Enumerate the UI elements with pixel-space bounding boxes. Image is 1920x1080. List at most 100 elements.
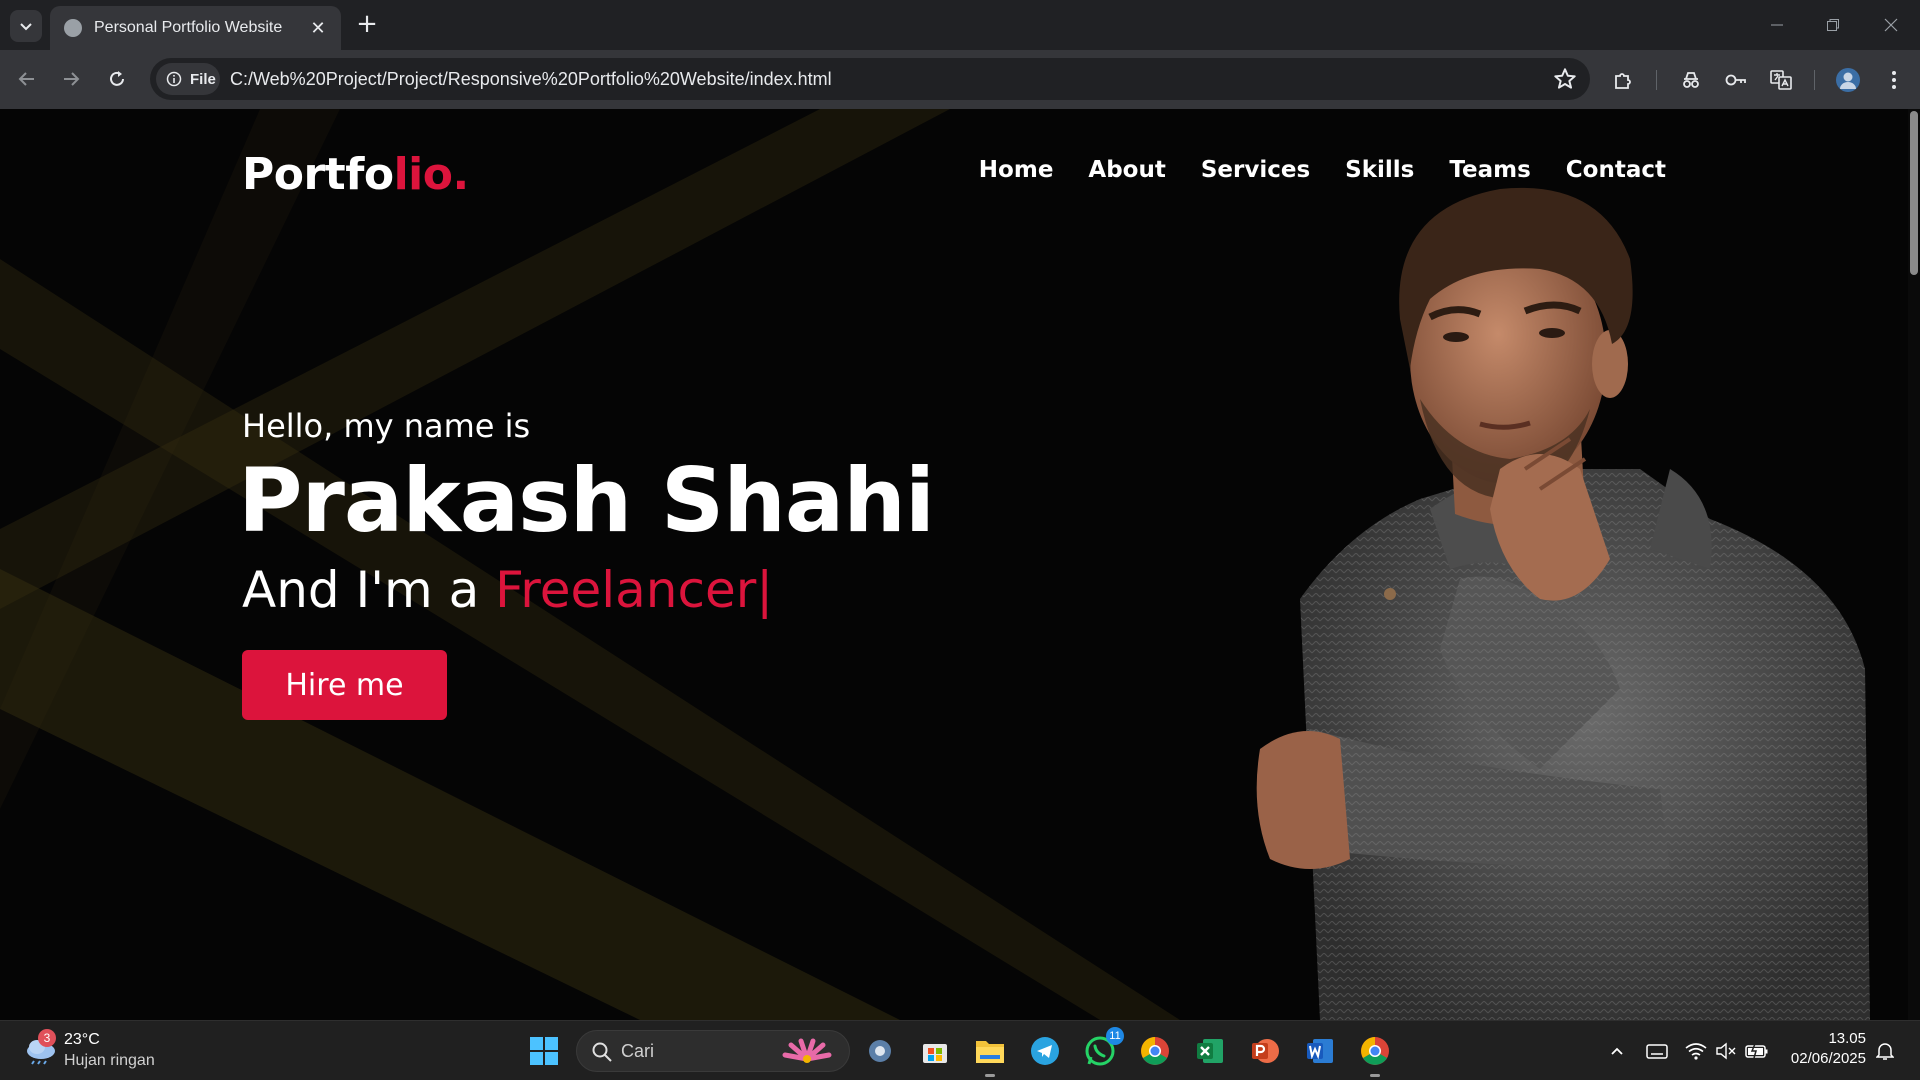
password-manager-button[interactable] <box>1721 65 1751 95</box>
taskbar: 3 23°C Hujan ringan Cari 11 13.05 02/06/… <box>0 1020 1920 1080</box>
close-icon <box>1884 18 1898 32</box>
hero-name: Prakash Shahi <box>238 449 935 552</box>
role-typed-text: Freelancer <box>495 561 757 619</box>
site-info-chip[interactable]: File <box>156 63 220 95</box>
clock-time: 13.05 <box>1828 1030 1866 1047</box>
hero-role: And I'm a Freelancer| <box>242 561 773 619</box>
weather-badge: 3 <box>38 1029 56 1047</box>
close-window-button[interactable] <box>1866 8 1916 42</box>
search-highlight-flower-icon <box>782 1038 832 1063</box>
hero-greeting: Hello, my name is <box>242 407 531 445</box>
restore-button[interactable] <box>1808 8 1858 42</box>
screen: Personal Portfolio Website ✕ + File C:/W… <box>0 0 1920 1080</box>
system-clock[interactable]: 13.05 02/06/2025 <box>1791 1029 1866 1069</box>
store-icon <box>923 1044 947 1063</box>
nav-home[interactable]: Home <box>979 157 1054 183</box>
tray-overflow-button[interactable] <box>1604 1037 1630 1065</box>
taskbar-file-explorer[interactable] <box>972 1033 1008 1077</box>
arrow-right-icon <box>64 72 80 86</box>
info-icon <box>166 71 182 87</box>
taskbar-excel[interactable] <box>1192 1033 1228 1069</box>
taskbar-whatsapp[interactable]: 11 <box>1082 1027 1124 1069</box>
start-button[interactable] <box>530 1037 558 1065</box>
nav-about[interactable]: About <box>1088 157 1165 183</box>
url-text[interactable]: C:/Web%20Project/Project/Responsive%20Po… <box>230 58 832 100</box>
bookmark-star-icon[interactable] <box>1552 66 1578 92</box>
taskbar-telegram[interactable] <box>1027 1033 1063 1069</box>
taskbar-search[interactable]: Cari <box>576 1030 850 1072</box>
browser-tab-bar: Personal Portfolio Website ✕ + <box>0 0 1920 50</box>
translate-icon <box>1770 70 1792 90</box>
address-bar[interactable]: File C:/Web%20Project/Project/Responsive… <box>150 58 1590 100</box>
file-explorer-icon <box>976 1041 1004 1063</box>
toolbar-separator <box>1656 70 1657 90</box>
role-prefix: And I'm a <box>242 561 496 619</box>
globe-icon <box>64 19 82 37</box>
taskbar-powerpoint[interactable] <box>1247 1033 1283 1069</box>
search-icon <box>592 1042 612 1062</box>
taskbar-chrome[interactable] <box>1137 1033 1173 1069</box>
hire-me-button[interactable]: Hire me <box>242 650 447 720</box>
scrollbar-thumb[interactable] <box>1910 111 1918 275</box>
tray-touch-keyboard[interactable] <box>1644 1037 1670 1065</box>
minimize-button[interactable] <box>1752 8 1802 42</box>
taskbar-word[interactable] <box>1302 1033 1338 1069</box>
search-placeholder: Cari <box>621 1041 655 1061</box>
reload-icon <box>110 71 124 86</box>
site-logo[interactable]: Portfolio. <box>242 149 469 200</box>
keyboard-icon <box>1646 1044 1668 1059</box>
puzzle-icon <box>1615 73 1631 89</box>
portrait-image <box>1256 187 1870 1020</box>
profile-button[interactable] <box>1833 65 1863 95</box>
avatar-icon <box>1836 68 1860 92</box>
running-indicator <box>1370 1074 1380 1077</box>
taskbar-chrome-active[interactable] <box>1357 1033 1393 1077</box>
taskbar-store[interactable] <box>917 1033 953 1069</box>
running-indicator <box>985 1074 995 1077</box>
new-tab-button[interactable]: + <box>352 10 382 40</box>
weather-temperature[interactable]: 23°C <box>64 1031 100 1049</box>
chevron-up-icon <box>1611 1047 1623 1055</box>
chrome-icon <box>1361 1037 1389 1065</box>
browser-tab[interactable]: Personal Portfolio Website ✕ <box>50 6 341 50</box>
wifi-icon <box>1685 1043 1707 1060</box>
tab-search-button[interactable] <box>10 10 42 42</box>
tray-battery[interactable] <box>1744 1037 1770 1065</box>
telegram-icon <box>1031 1037 1059 1065</box>
notifications-button[interactable] <box>1872 1037 1898 1065</box>
forward-button[interactable] <box>52 60 90 98</box>
chevron-down-icon <box>20 23 32 31</box>
browser-menu-button[interactable] <box>1879 65 1909 95</box>
tab-close-button[interactable]: ✕ <box>307 18 329 39</box>
minimize-icon <box>1771 24 1783 26</box>
whatsapp-unread-badge: 11 <box>1106 1027 1124 1045</box>
site-info-label: File <box>190 70 216 88</box>
toolbar-separator <box>1814 70 1815 90</box>
portfolio-page: Portfolio. Home About Services Skills Te… <box>0 109 1908 1020</box>
excel-icon <box>1197 1039 1223 1063</box>
typing-cursor: | <box>756 561 774 619</box>
incognito-button[interactable] <box>1676 65 1706 95</box>
battery-charging-icon <box>1745 1043 1768 1059</box>
more-vertical-icon <box>1892 71 1896 89</box>
volume-muted-icon <box>1716 1042 1736 1060</box>
logo-accent-text: lio. <box>393 149 470 200</box>
powerpoint-icon <box>1252 1039 1279 1063</box>
reload-button[interactable] <box>98 60 136 98</box>
extensions-button[interactable] <box>1608 65 1638 95</box>
browser-toolbar: File C:/Web%20Project/Project/Responsive… <box>0 50 1920 109</box>
translate-button[interactable] <box>1766 65 1796 95</box>
settings-icon <box>869 1040 891 1062</box>
page-scrollbar[interactable] <box>1908 109 1920 1020</box>
tab-title: Personal Portfolio Website <box>94 19 283 36</box>
tray-wifi[interactable] <box>1683 1037 1709 1065</box>
back-button[interactable] <box>8 60 46 98</box>
weather-condition[interactable]: Hujan ringan <box>64 1052 155 1070</box>
bell-icon <box>1876 1043 1894 1060</box>
key-icon <box>1725 74 1746 86</box>
incognito-icon <box>1683 72 1699 88</box>
tray-volume[interactable] <box>1713 1037 1739 1065</box>
logo-text: Portfo <box>242 149 394 200</box>
word-icon <box>1307 1039 1333 1063</box>
taskbar-settings[interactable] <box>862 1033 898 1069</box>
